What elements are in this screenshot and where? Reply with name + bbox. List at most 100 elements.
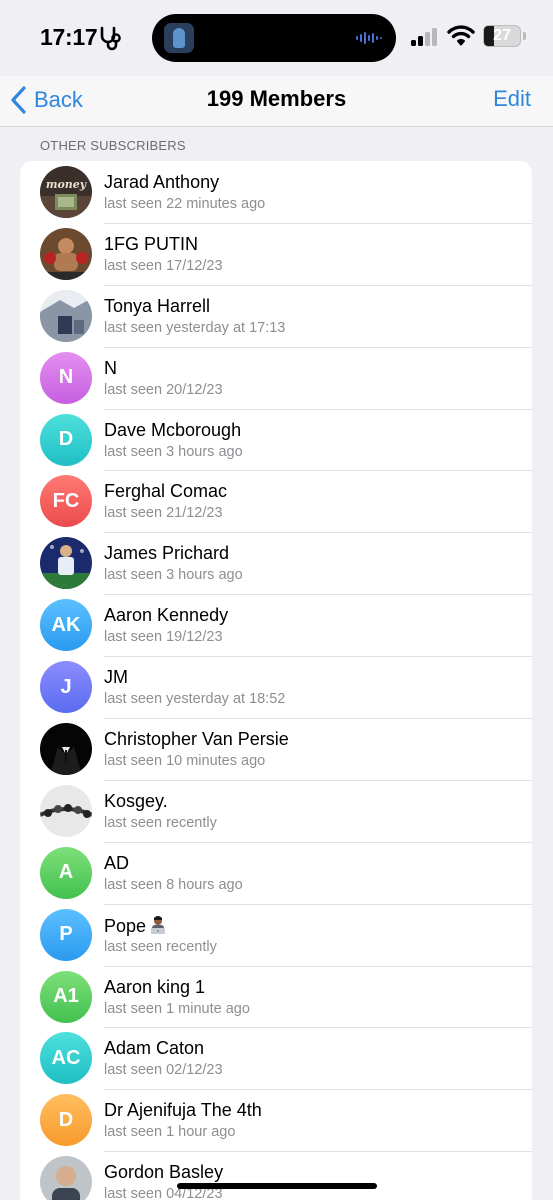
avatar[interactable]: AC bbox=[40, 1032, 92, 1085]
avatar[interactable]: AK bbox=[40, 599, 92, 652]
member-last-seen: last seen recently bbox=[104, 814, 217, 831]
member-name-text: Dr Ajenifuja The 4th bbox=[104, 1100, 262, 1121]
member-name-text: Adam Caton bbox=[104, 1038, 205, 1059]
member-name: Adam Caton bbox=[104, 1038, 204, 1059]
edit-button[interactable]: Edit bbox=[493, 86, 531, 112]
wifi-icon bbox=[447, 25, 475, 46]
member-name: Dr Ajenifuja The 4th bbox=[104, 1100, 262, 1121]
battery-percent: 27 bbox=[493, 27, 511, 44]
member-row[interactable]: Christopher Van Persie last seen 10 minut… bbox=[20, 718, 532, 780]
member-row[interactable]: James Prichard last seen 3 hours ago bbox=[20, 532, 532, 594]
member-name-text: Jarad Anthony bbox=[104, 172, 220, 192]
member-row[interactable]: A1 Aaron king 1 last seen 1 minute ago bbox=[20, 965, 532, 1028]
avatar[interactable]: money bbox=[40, 166, 92, 218]
avatar[interactable]: FC bbox=[40, 475, 92, 528]
dynamic-island[interactable] bbox=[152, 14, 396, 62]
member-last-seen: last seen 17/12/23 bbox=[104, 257, 223, 274]
member-name-text: N bbox=[104, 357, 117, 378]
member-row[interactable]: J JM last seen yesterday at 18:52 bbox=[20, 656, 532, 718]
member-row[interactable]: N Nlast seen 20/12/23 bbox=[20, 346, 532, 409]
avatar[interactable] bbox=[40, 537, 92, 590]
member-row[interactable]: D Dr Ajenifuja The 4th last seen 1 hour ag… bbox=[20, 1089, 532, 1151]
avatar[interactable]: N bbox=[40, 351, 92, 404]
member-row[interactable]: AK Aaron Kennedy last seen 19/12/23 bbox=[20, 594, 532, 656]
member-row[interactable]: money Jarad Anthony last seen 22 minutes a… bbox=[20, 161, 532, 223]
member-row[interactable]: Tonya Harrell last seen yesterday at 17:1… bbox=[20, 284, 532, 347]
avatar[interactable] bbox=[40, 1156, 92, 1200]
member-name-text: Dave Mcborough bbox=[104, 419, 242, 440]
status-bar: 17:17 27 bbox=[0, 0, 553, 76]
avatar-initials: FC bbox=[52, 489, 80, 512]
member-name: JM bbox=[104, 667, 128, 688]
member-list[interactable]: money Jarad Anthony last seen 22 minutes a… bbox=[20, 161, 532, 1200]
member-last-seen: last seen recently bbox=[104, 938, 217, 955]
member-last-seen: last seen 8 hours ago bbox=[104, 876, 243, 893]
battery-cap bbox=[523, 32, 526, 40]
member-name: Jarad Anthony bbox=[104, 172, 219, 193]
member-name-text: Gordon Basley bbox=[104, 1162, 224, 1183]
member-name: Christopher Van Persie bbox=[104, 729, 289, 750]
audio-wave-icon bbox=[356, 32, 382, 44]
technologist-emoji bbox=[151, 915, 166, 934]
bracelet-photo bbox=[40, 784, 92, 837]
svg-text:money: money bbox=[46, 178, 88, 191]
member-last-seen: last seen 1 hour ago bbox=[104, 1124, 236, 1141]
street-photo bbox=[40, 289, 92, 342]
navigation-bar: Back 199 Members Edit bbox=[0, 76, 553, 127]
avatar-initials: P bbox=[59, 923, 73, 946]
member-name-text: 1FG PUTIN bbox=[104, 233, 199, 254]
member-name: 1FG PUTIN bbox=[104, 234, 198, 255]
member-last-seen: last seen 3 hours ago bbox=[104, 567, 243, 584]
avatar-initials: N bbox=[58, 366, 74, 389]
member-last-seen: last seen 20/12/23 bbox=[104, 381, 223, 398]
avatar[interactable]: D bbox=[40, 413, 92, 466]
member-name: Aaron Kennedy bbox=[104, 605, 228, 626]
avatar[interactable]: D bbox=[40, 1094, 92, 1147]
member-row[interactable]: P Pope last seen recently bbox=[20, 903, 532, 966]
member-name: AD bbox=[104, 853, 129, 874]
home-indicator[interactable] bbox=[177, 1183, 377, 1189]
avatar[interactable] bbox=[40, 784, 92, 837]
member-last-seen: last seen 21/12/23 bbox=[104, 505, 223, 522]
avatar[interactable] bbox=[40, 723, 92, 776]
suit-photo bbox=[40, 723, 92, 776]
member-last-seen: last seen 22 minutes ago bbox=[104, 196, 266, 212]
member-name-text: Aaron king 1 bbox=[104, 976, 206, 997]
avatar[interactable] bbox=[40, 227, 92, 280]
page-title: 199 Members bbox=[206, 86, 347, 111]
avatar[interactable]: P bbox=[40, 908, 92, 961]
member-row[interactable]: Kosgey. last seen recently bbox=[20, 779, 532, 842]
section-header: OTHER SUBSCRIBERS bbox=[40, 138, 186, 153]
money-photo: money bbox=[40, 166, 92, 218]
member-last-seen: last seen 10 minutes ago bbox=[104, 753, 266, 770]
battery-indicator: 27 bbox=[483, 25, 521, 47]
member-name: Dave Mcborough bbox=[104, 420, 241, 441]
member-row[interactable]: 1FG PUTIN last seen 17/12/23 bbox=[20, 222, 532, 285]
member-last-seen: last seen yesterday at 17:13 bbox=[104, 319, 286, 336]
member-name-text: Aaron Kennedy bbox=[104, 605, 229, 626]
member-row[interactable]: D Dave Mcborough last seen 3 hours ago bbox=[20, 408, 532, 471]
avatar-initials: A1 bbox=[53, 985, 79, 1008]
avatar-initials: D bbox=[58, 1108, 74, 1131]
member-name-text: AD bbox=[104, 852, 130, 873]
member-last-seen: last seen 19/12/23 bbox=[104, 629, 223, 646]
portrait-photo bbox=[40, 1156, 92, 1200]
member-row[interactable]: A AD last seen 8 hours ago bbox=[20, 841, 532, 904]
avatar[interactable]: J bbox=[40, 661, 92, 714]
avatar-initials: A bbox=[58, 861, 74, 884]
member-last-seen: last seen 02/12/23 bbox=[104, 1062, 223, 1079]
cellular-signal-icon bbox=[411, 28, 437, 46]
member-row[interactable]: AC Adam Caton last seen 02/12/23 bbox=[20, 1027, 532, 1089]
avatar[interactable]: A1 bbox=[40, 970, 92, 1023]
boxer-photo bbox=[40, 227, 92, 280]
member-row[interactable]: FC Ferghal Comac last seen 21/12/23 bbox=[20, 470, 532, 532]
members-screen: 17:17 27 Back 199 Members Edit OTHER SUB… bbox=[0, 0, 553, 1200]
member-row[interactable]: Gordon Basley last seen 04/12/23 bbox=[20, 1151, 532, 1200]
avatar-initials: J bbox=[60, 675, 72, 698]
member-name: Pope bbox=[104, 915, 168, 937]
avatar[interactable] bbox=[40, 289, 92, 342]
avatar[interactable]: A bbox=[40, 846, 92, 899]
avatar-initials: D bbox=[58, 428, 74, 451]
member-last-seen: last seen 3 hours ago bbox=[104, 443, 243, 460]
member-name: Kosgey. bbox=[104, 791, 168, 812]
